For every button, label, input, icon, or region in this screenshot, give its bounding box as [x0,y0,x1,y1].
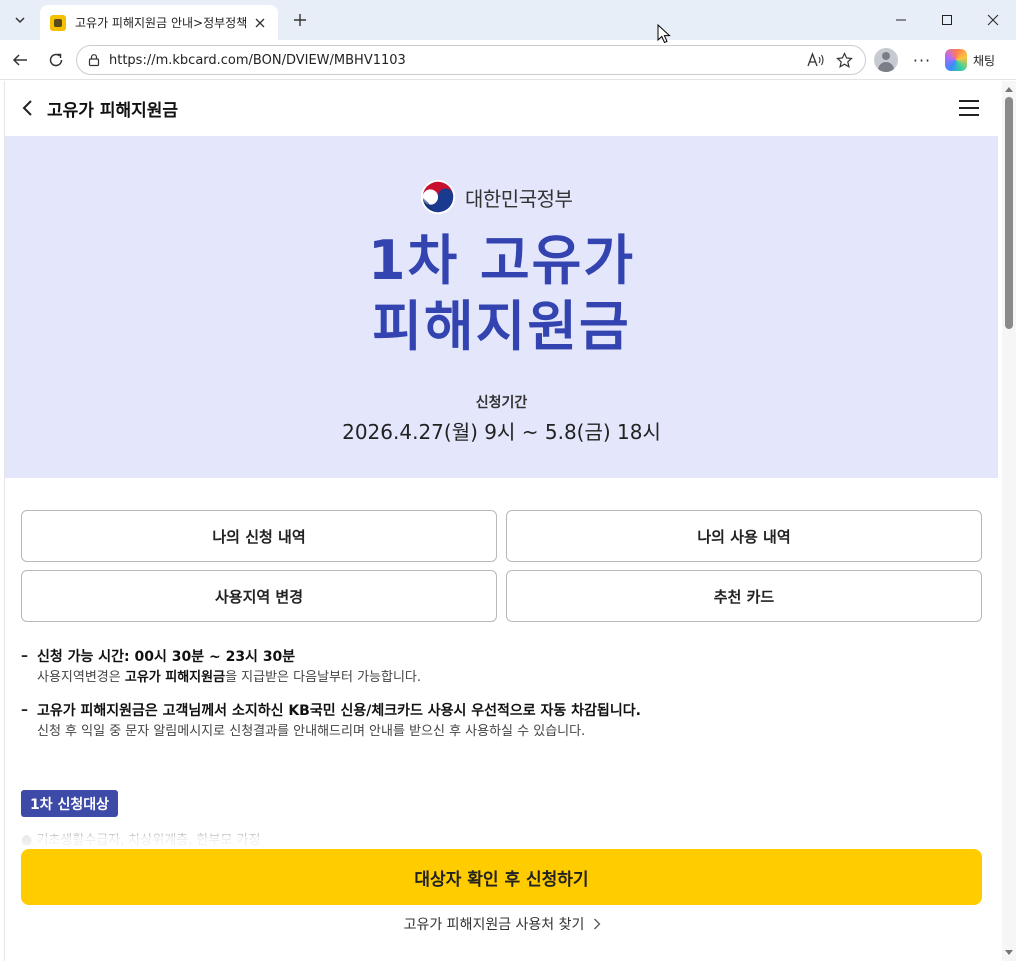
reload-button[interactable] [42,47,70,73]
first-round-target-badge: 1차 신청대상 [21,790,119,817]
notice-sub-text: 사용지역변경은 고유가 피해지원금을 지급받은 다음날부터 가능합니다. [37,667,981,689]
menu-icon-line [959,107,979,109]
find-usage-place-label: 고유가 피해지원금 사용처 찾기 [403,917,585,933]
copilot-icon [945,49,967,71]
scroll-down-arrow[interactable] [1005,950,1013,955]
browser-tab-bar: 고유가 피해지원금 안내>정부정책 [0,0,1016,40]
note-dash: – [21,648,28,664]
page-back-button[interactable] [15,95,41,121]
find-usage-place-link[interactable]: 고유가 피해지원금 사용처 찾기 [5,914,1003,934]
app-header: 고유가 피해지원금 [5,81,1003,136]
government-name: 대한민국정부 [465,186,573,211]
page-viewport: 고유가 피해지원금 대한민국정부 1차 고유가 피해지원금 신청기간 2026.… [4,81,1016,961]
hero-banner: 대한민국정부 1차 고유가 피해지원금 신청기간 2026.4.27(월) 9시… [5,136,998,478]
maximize-button[interactable] [924,4,970,36]
change-region-button[interactable]: 사용지역 변경 [21,570,497,622]
notice-sub-suffix: 을 지급받은 다음날부터 가능합니다. [225,670,422,685]
notice-sub-bold: 고유가 피해지원금 [124,670,226,685]
government-logo: 대한민국정부 [419,178,573,216]
copilot-label: 채팅 [973,53,996,68]
browser-toolbar: https://m.kbcard.com/BON/DVIEW/MBHV1103 … [0,40,1016,80]
bottom-cta-area: 대상자 확인 후 신청하기 고유가 피해지원금 사용처 찾기 [5,836,1003,961]
mouse-cursor-icon [657,24,671,44]
my-applications-button[interactable]: 나의 신청 내역 [21,510,497,562]
page-title: 고유가 피해지원금 [47,101,179,121]
notice-item: – 신청 가능 시간: 00시 30분 ~ 23시 30분 사용지역변경은 고유… [21,647,981,689]
more-menu-button[interactable]: ··· [910,48,934,72]
address-bar[interactable]: https://m.kbcard.com/BON/DVIEW/MBHV1103 [76,45,866,75]
note-dash: – [21,702,28,718]
url-text: https://m.kbcard.com/BON/DVIEW/MBHV1103 [109,52,406,68]
profile-avatar[interactable] [874,48,898,72]
my-usage-button[interactable]: 나의 사용 내역 [506,510,982,562]
hero-title: 1차 고유가 피해지원금 [5,228,998,360]
minimize-button[interactable] [878,4,924,36]
tab-close-button[interactable] [252,15,268,31]
apply-after-eligibility-check-button[interactable]: 대상자 확인 후 신청하기 [21,849,982,905]
notice-sub-text: 신청 후 익일 중 문자 알림메시지로 신청결과를 안내해드리며 안내를 받으신… [37,724,586,739]
taegeuk-emblem-icon [420,179,456,215]
maximize-icon [942,15,952,25]
kbcard-favicon-icon [50,14,66,31]
application-period-label: 신청기간 [475,395,528,411]
close-icon [987,14,999,26]
close-icon [255,18,265,27]
scroll-up-arrow[interactable] [1005,87,1013,92]
scrollbar-thumb[interactable] [1005,97,1013,329]
copilot-chat-button[interactable]: 채팅 [945,48,995,72]
window-close-button[interactable] [970,4,1016,36]
menu-icon-line [959,100,979,102]
notice-sub-prefix: 사용지역변경은 [37,670,125,685]
hero-title-line2: 피해지원금 [372,295,631,358]
notice-item: – 고유가 피해지원금은 고객님께서 소지하신 KB국민 신용/체크카드 사용시… [21,701,981,743]
menu-icon-line [959,114,979,116]
read-aloud-button[interactable] [805,49,827,71]
tab-title: 고유가 피해지원금 안내>정부정책 [75,16,246,30]
notice-list: – 신청 가능 시간: 00시 30분 ~ 23시 30분 사용지역변경은 고유… [21,647,981,755]
chevron-down-icon [15,17,25,24]
hero-title-line1: 1차 고유가 [367,229,636,292]
minimize-icon [896,19,906,21]
chevron-right-icon [590,917,604,931]
chevron-left-icon [22,100,32,116]
vertical-scrollbar[interactable] [1002,81,1016,961]
lock-icon [88,54,100,67]
page-content: 고유가 피해지원금 대한민국정부 1차 고유가 피해지원금 신청기간 2026.… [5,81,1003,961]
application-period-value: 2026.4.27(월) 9시 ~ 5.8(금) 18시 [342,420,661,444]
reload-icon [49,53,63,67]
browser-tab-active[interactable]: 고유가 피해지원금 안내>정부정책 [40,5,278,40]
recommended-cards-button[interactable]: 추천 카드 [506,570,982,622]
hamburger-menu-button[interactable] [955,95,983,121]
read-aloud-icon [807,52,824,67]
new-tab-button[interactable] [288,8,312,32]
arrow-left-icon [12,54,27,66]
back-button[interactable] [6,47,34,73]
plus-icon [294,14,306,26]
star-icon [835,51,853,68]
favorite-button[interactable] [833,49,855,71]
notice-main-text: 신청 가능 시간: 00시 30분 ~ 23시 30분 [37,649,296,665]
notice-main-text: 고유가 피해지원금은 고객님께서 소지하신 KB국민 신용/체크카드 사용시 우… [37,703,641,719]
tab-actions-button[interactable] [6,6,34,34]
